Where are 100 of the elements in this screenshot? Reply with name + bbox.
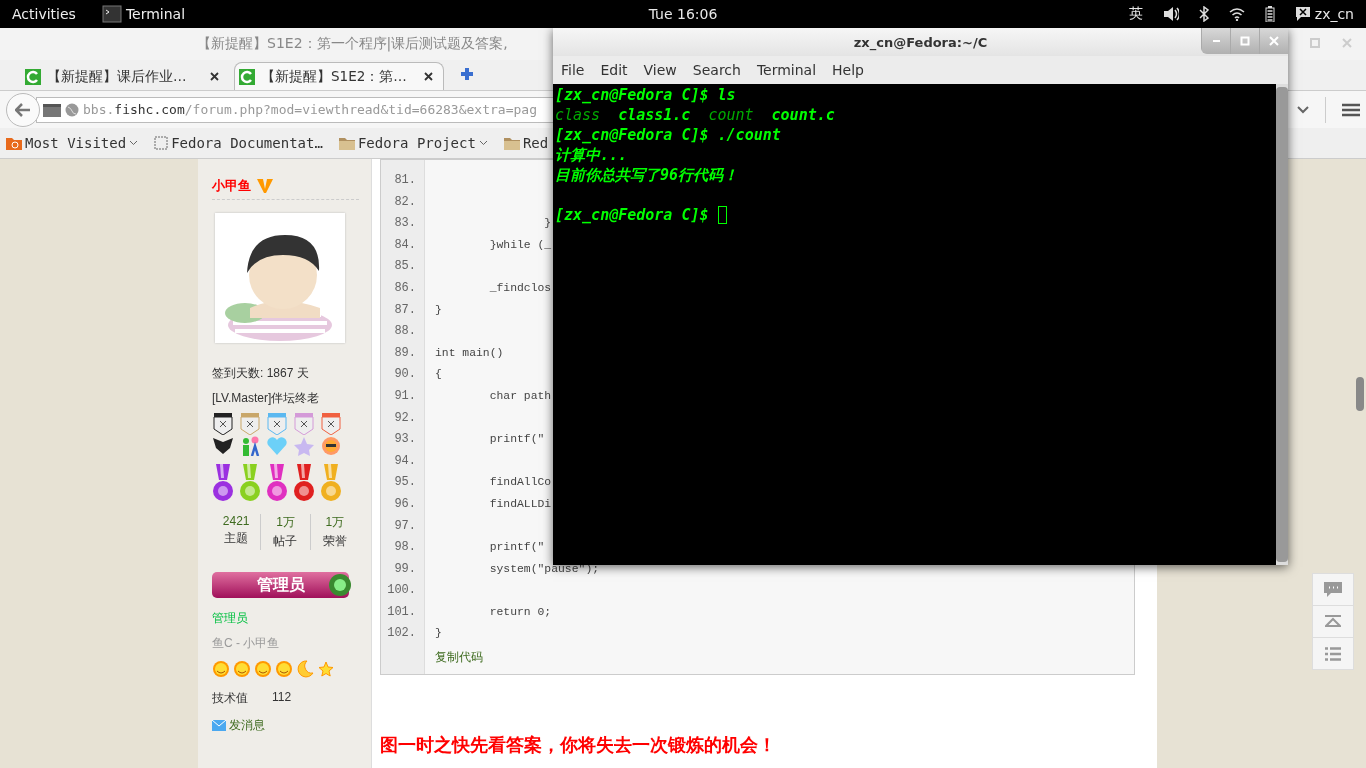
- bookmark[interactable]: Fedora Project: [338, 135, 488, 151]
- url-field[interactable]: bbs.fishc.com/forum.php?mod=viewthread&tid=66283&extra=pag: [36, 96, 553, 123]
- window-title: 【新提醒】S1E2：第一个程序|课后测试题及答案,: [197, 35, 508, 53]
- line-number: 102.: [386, 625, 417, 643]
- menu-item[interactable]: Search: [686, 62, 747, 78]
- sun-icon: [254, 660, 272, 678]
- volume-icon: [1162, 6, 1179, 22]
- folder-icon: [503, 136, 520, 150]
- role-badge: 管理员: [212, 572, 349, 598]
- code-line: }: [543, 217, 552, 230]
- line-number: 100.: [386, 582, 417, 600]
- line-number: 95.: [393, 474, 417, 492]
- stat-value[interactable]: 2421: [222, 514, 250, 528]
- line-number: 84.: [393, 236, 417, 254]
- comment-button[interactable]: [1313, 574, 1353, 605]
- list-icon: [1325, 646, 1341, 661]
- scrollbar-thumb[interactable]: [1356, 377, 1364, 411]
- line-number: 87.: [393, 301, 417, 319]
- clock[interactable]: Tue 16:06: [648, 6, 718, 22]
- menu-icon: [1342, 102, 1360, 117]
- line-number: 81.: [393, 172, 417, 189]
- copy-code-link[interactable]: 复制代码: [435, 645, 483, 675]
- stat-label: 帖子: [273, 533, 298, 550]
- file-name: class: [555, 105, 601, 125]
- line-number: 98.: [393, 539, 417, 557]
- line-number: 86.: [393, 279, 417, 297]
- menu-item[interactable]: View: [637, 62, 683, 78]
- moon-icon: [296, 660, 314, 678]
- comment-icon: [1324, 581, 1342, 598]
- app-menu[interactable]: Terminal: [97, 0, 190, 28]
- stat-value[interactable]: 1万: [276, 514, 295, 531]
- menu-item[interactable]: Terminal: [750, 62, 823, 78]
- line-number: 89.: [393, 344, 417, 362]
- close-icon: [1342, 38, 1352, 48]
- browser-tab[interactable]: 【新提醒】课后作业…: [20, 62, 230, 90]
- code-line: printf(": [488, 541, 545, 554]
- sun-icon: [212, 660, 230, 678]
- terminal-icon: [101, 4, 122, 24]
- list-button[interactable]: [1313, 638, 1353, 669]
- chevron-down-icon: [1297, 105, 1309, 114]
- bookmark[interactable]: Most Visited: [6, 135, 139, 151]
- user-group: 管理员: [212, 610, 359, 627]
- window-title: zx_cn@Fedora:~/C: [853, 34, 988, 50]
- line-number: 96.: [393, 495, 417, 513]
- site-icon: [239, 68, 255, 85]
- maximize-icon: [1240, 36, 1250, 46]
- menu-item[interactable]: File: [555, 62, 591, 78]
- smart-folder-icon: [6, 136, 22, 150]
- close-icon: [210, 72, 219, 81]
- scrollbar-thumb[interactable]: [1276, 87, 1288, 562]
- terminal-line: [zx_cn@Fedora C]$ ./count: [555, 125, 781, 145]
- code-line: {: [435, 368, 442, 381]
- bookmark[interactable]: Red: [503, 135, 549, 151]
- bookmark[interactable]: Fedora Documentat…: [154, 135, 323, 151]
- activities-button[interactable]: Activities: [0, 0, 88, 28]
- close-icon: [1269, 36, 1279, 46]
- top-icon: [1325, 614, 1341, 629]
- line-number: 83.: [393, 215, 417, 233]
- page-icon: [43, 102, 61, 117]
- close-icon: [424, 72, 433, 81]
- tag-icon: [212, 413, 234, 435]
- minimize-icon: [1212, 40, 1220, 42]
- menu-item[interactable]: Help: [826, 62, 870, 78]
- heart-icon: [266, 436, 288, 456]
- stat-label: 荣誉: [322, 533, 347, 550]
- line-number: 91.: [393, 387, 417, 405]
- code-line: return 0;: [488, 605, 552, 618]
- file-name: count.c: [771, 105, 835, 125]
- menu-item[interactable]: Edit: [594, 62, 634, 78]
- code-line: _findclos: [488, 281, 552, 294]
- send-message-link[interactable]: 发消息: [212, 717, 359, 734]
- medal-icon: [239, 464, 261, 504]
- line-number: 85.: [393, 258, 417, 276]
- folder-icon: [338, 136, 355, 150]
- user-title: 鱼C - 小甲鱼: [212, 635, 281, 652]
- maximize-button[interactable]: [1230, 28, 1259, 54]
- url-text: bbs.fishc.com/forum.php?mod=viewthread&tid=66283&extra=pag: [83, 102, 537, 117]
- medal-icon: [212, 464, 234, 504]
- line-number: 93.: [393, 431, 417, 449]
- line-number: 92.: [393, 409, 417, 427]
- close-button[interactable]: [1259, 28, 1288, 54]
- stat-value[interactable]: 1万: [325, 514, 345, 531]
- back-button[interactable]: [6, 92, 40, 127]
- maximize-icon: [1310, 38, 1320, 48]
- browser-tab[interactable]: 【新提醒】S1E2：第…: [234, 62, 444, 90]
- code-line: printf(": [488, 433, 545, 446]
- notice-text: 图一时之快先看答案，你将失去一次锻炼的机会！: [380, 734, 777, 758]
- back-to-top-button[interactable]: [1313, 606, 1353, 637]
- code-line: system("pause");: [488, 562, 600, 575]
- back-arrow-icon: [15, 102, 31, 117]
- line-number: 82.: [393, 193, 417, 211]
- code-line: findALLDi: [488, 497, 552, 510]
- file-name: count: [708, 105, 754, 125]
- skill-label: 技术值: [212, 690, 248, 707]
- minimize-button[interactable]: [1201, 28, 1230, 54]
- code-line: }: [435, 627, 442, 640]
- chevron-down-icon: [478, 140, 488, 146]
- input-method-indicator[interactable]: 英: [1128, 5, 1143, 23]
- terminal-line: [zx_cn@Fedora C]$ ls: [555, 85, 736, 105]
- user-name[interactable]: zx_cn: [1314, 6, 1354, 22]
